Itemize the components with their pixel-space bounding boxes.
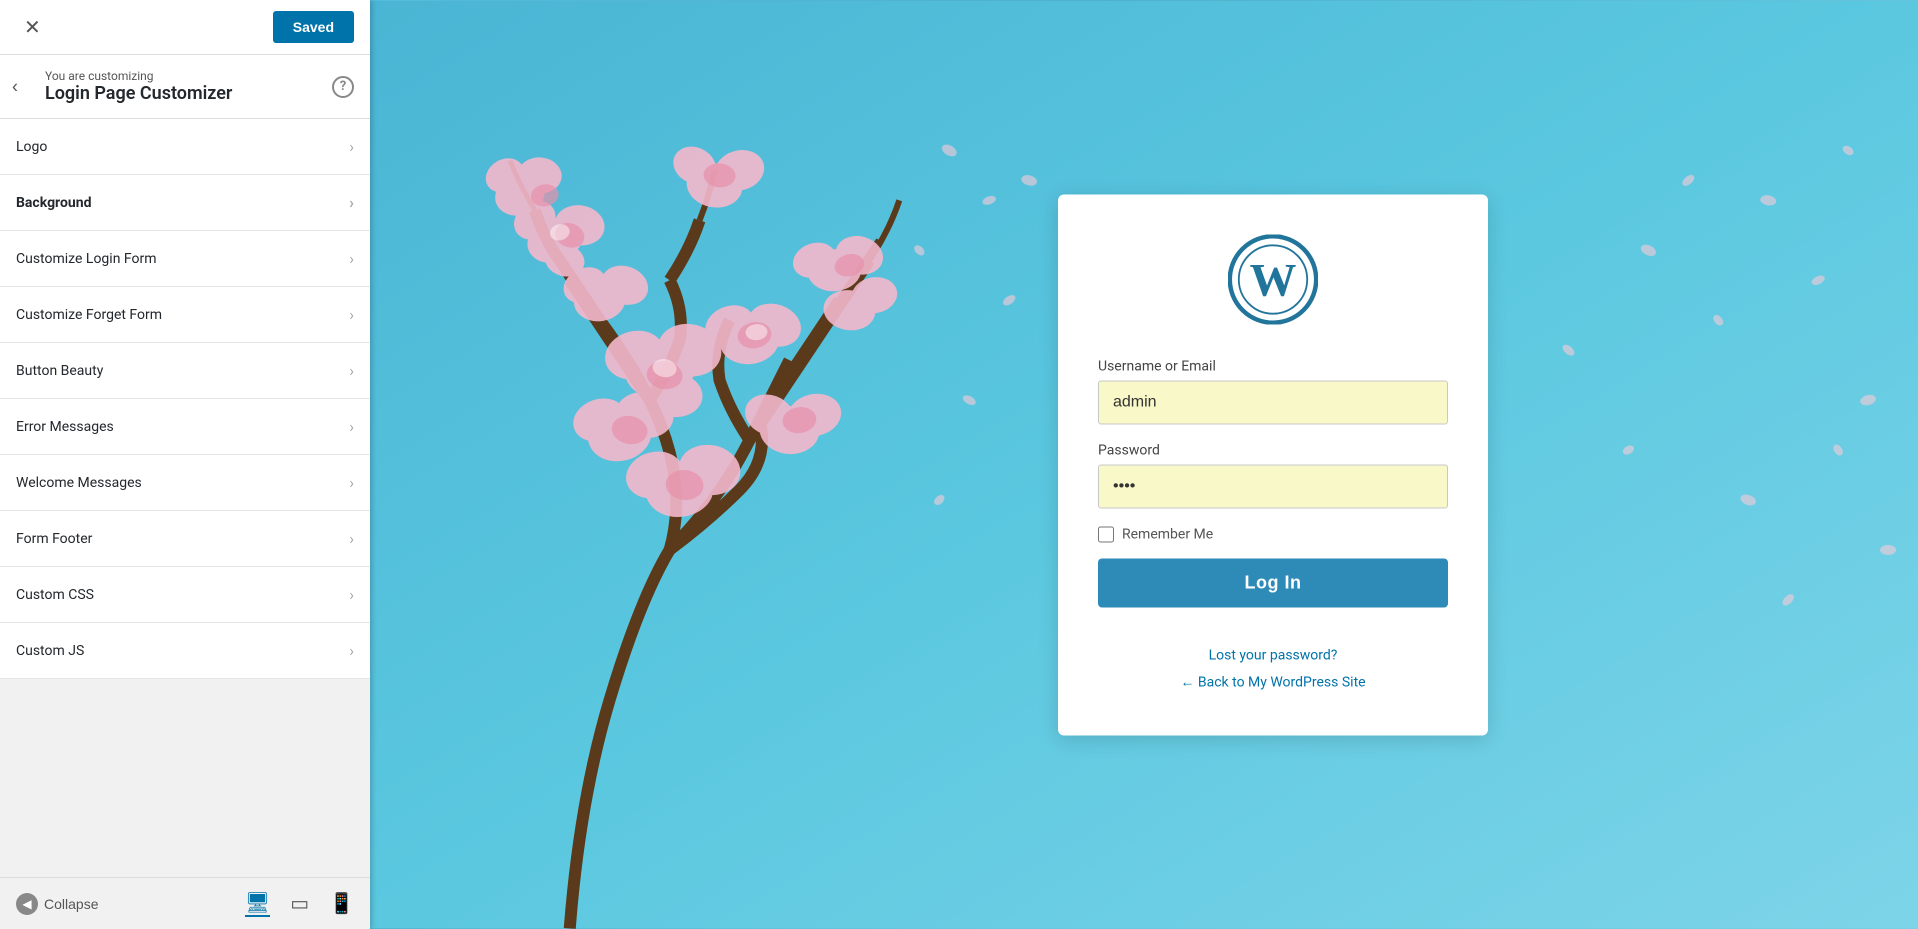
- mobile-device-button[interactable]: 📱: [329, 890, 354, 917]
- page-title: Login Page Customizer: [45, 83, 232, 104]
- remember-row: Remember Me: [1098, 526, 1448, 542]
- panel-header-text: You are customizing Login Page Customize…: [45, 69, 232, 104]
- collapse-label: Collapse: [44, 896, 98, 912]
- chevron-right-icon: ›: [349, 585, 354, 604]
- panel-footer: ◀ Collapse 🖥 ▭ 📱: [0, 877, 370, 929]
- remember-label: Remember Me: [1122, 526, 1213, 542]
- chevron-right-icon: ›: [349, 137, 354, 156]
- svg-text:W: W: [1250, 254, 1297, 306]
- help-icon[interactable]: ?: [332, 76, 354, 98]
- tablet-device-button[interactable]: ▭: [290, 890, 309, 917]
- username-label: Username or Email: [1098, 358, 1448, 374]
- wp-logo-icon: W: [1228, 234, 1318, 324]
- password-label: Password: [1098, 442, 1448, 458]
- panel-topbar: ✕ Saved: [0, 0, 370, 55]
- desktop-device-button[interactable]: 🖥: [245, 890, 270, 917]
- preview-area: W Username or Email Password Remember Me…: [370, 0, 1918, 929]
- chevron-right-icon: ›: [349, 193, 354, 212]
- collapse-button[interactable]: ◀ Collapse: [16, 893, 98, 915]
- panel-header: ‹ You are customizing Login Page Customi…: [0, 55, 370, 119]
- menu-item-custom-js[interactable]: Custom JS ›: [0, 623, 370, 679]
- password-group: Password: [1098, 442, 1448, 508]
- device-icons: 🖥 ▭ 📱: [245, 890, 354, 917]
- menu-item-label: Form Footer: [16, 531, 92, 547]
- customizing-label: You are customizing: [45, 69, 232, 83]
- chevron-right-icon: ›: [349, 641, 354, 660]
- card-footer: Lost your password? ← Back to My WordPre…: [1098, 647, 1448, 690]
- wp-logo-wrap: W: [1098, 234, 1448, 328]
- menu-item-label: Customize Forget Form: [16, 307, 162, 323]
- login-button[interactable]: Log In: [1098, 558, 1448, 607]
- menu-item-welcome-messages[interactable]: Welcome Messages ›: [0, 455, 370, 511]
- menu-item-label: Logo: [16, 139, 47, 155]
- menu-item-logo[interactable]: Logo ›: [0, 119, 370, 175]
- saved-button[interactable]: Saved: [273, 11, 354, 43]
- menu-item-custom-css[interactable]: Custom CSS ›: [0, 567, 370, 623]
- menu-item-label: Error Messages: [16, 419, 114, 435]
- close-button[interactable]: ✕: [16, 11, 49, 44]
- login-card: W Username or Email Password Remember Me…: [1058, 194, 1488, 735]
- password-input[interactable]: [1098, 464, 1448, 508]
- menu-item-label: Customize Login Form: [16, 251, 157, 267]
- menu-item-label: Button Beauty: [16, 363, 103, 379]
- collapse-arrow-icon: ◀: [16, 893, 38, 915]
- menu-item-background[interactable]: Background ›: [0, 175, 370, 231]
- remember-checkbox[interactable]: [1098, 526, 1114, 542]
- chevron-right-icon: ›: [349, 529, 354, 548]
- menu-item-label: Custom JS: [16, 643, 84, 659]
- back-to-site-link[interactable]: ← Back to My WordPress Site: [1098, 673, 1448, 690]
- menu-item-label: Background: [16, 195, 91, 211]
- menu-item-customize-login-form[interactable]: Customize Login Form ›: [0, 231, 370, 287]
- customizer-panel: ✕ Saved ‹ You are customizing Login Page…: [0, 0, 370, 929]
- chevron-right-icon: ›: [349, 473, 354, 492]
- preview-background: W Username or Email Password Remember Me…: [370, 0, 1918, 929]
- back-button[interactable]: ‹: [12, 76, 18, 97]
- chevron-right-icon: ›: [349, 417, 354, 436]
- menu-item-customize-forget-form[interactable]: Customize Forget Form ›: [0, 287, 370, 343]
- menu-item-form-footer[interactable]: Form Footer ›: [0, 511, 370, 567]
- username-group: Username or Email: [1098, 358, 1448, 424]
- menu-item-error-messages[interactable]: Error Messages ›: [0, 399, 370, 455]
- menu-item-label: Custom CSS: [16, 587, 94, 603]
- username-input[interactable]: [1098, 380, 1448, 424]
- lost-password-link[interactable]: Lost your password?: [1098, 647, 1448, 663]
- menu-item-button-beauty[interactable]: Button Beauty ›: [0, 343, 370, 399]
- chevron-right-icon: ›: [349, 361, 354, 380]
- menu-list: Logo›Background›Customize Login Form›Cus…: [0, 119, 370, 877]
- chevron-right-icon: ›: [349, 305, 354, 324]
- chevron-right-icon: ›: [349, 249, 354, 268]
- menu-item-label: Welcome Messages: [16, 475, 142, 491]
